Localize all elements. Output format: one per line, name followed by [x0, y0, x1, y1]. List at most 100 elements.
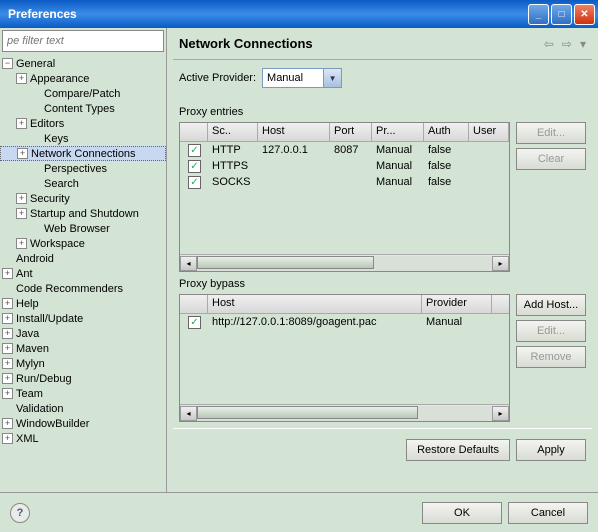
- tree-item[interactable]: +Run/Debug: [0, 371, 166, 386]
- expander-icon[interactable]: −: [2, 58, 13, 69]
- expander-icon[interactable]: +: [2, 433, 13, 444]
- tree-item[interactable]: +Workspace: [0, 236, 166, 251]
- preference-tree[interactable]: −General+Appearance Compare/Patch Content …: [0, 54, 166, 492]
- tree-item[interactable]: Code Recommenders: [0, 281, 166, 296]
- active-provider-label: Active Provider:: [179, 72, 256, 84]
- tree-item-label: Install/Update: [16, 313, 83, 325]
- expander-icon[interactable]: +: [16, 193, 27, 204]
- restore-defaults-button[interactable]: Restore Defaults: [406, 439, 510, 461]
- tree-item[interactable]: Android: [0, 251, 166, 266]
- ok-button[interactable]: OK: [422, 502, 502, 524]
- tree-item[interactable]: +WindowBuilder: [0, 416, 166, 431]
- proxy-edit-button[interactable]: Edit...: [516, 122, 586, 144]
- checkbox[interactable]: ✓: [188, 160, 201, 173]
- column-port[interactable]: Port: [330, 123, 372, 141]
- cell-scheme: SOCKS: [208, 176, 258, 188]
- proxy-clear-button[interactable]: Clear: [516, 148, 586, 170]
- tree-item[interactable]: Keys: [0, 131, 166, 146]
- back-arrow-icon[interactable]: ⇦: [544, 37, 554, 51]
- tree-item[interactable]: Perspectives: [0, 161, 166, 176]
- tree-item[interactable]: +Startup and Shutdown: [0, 206, 166, 221]
- expander-icon[interactable]: +: [17, 148, 28, 159]
- column-host[interactable]: Host: [258, 123, 330, 141]
- checkbox[interactable]: ✓: [188, 176, 201, 189]
- checkbox[interactable]: ✓: [188, 316, 201, 329]
- column-checkbox[interactable]: [180, 123, 208, 141]
- column-user[interactable]: User: [469, 123, 509, 141]
- page-title: Network Connections: [173, 36, 544, 51]
- tree-item[interactable]: +Ant: [0, 266, 166, 281]
- tree-item[interactable]: +Security: [0, 191, 166, 206]
- expander-icon[interactable]: +: [16, 238, 27, 249]
- bypass-remove-button[interactable]: Remove: [516, 346, 586, 368]
- tree-item[interactable]: +Editors: [0, 116, 166, 131]
- table-row[interactable]: ✓HTTP127.0.0.18087Manualfalse: [180, 142, 509, 158]
- tree-item[interactable]: Content Types: [0, 101, 166, 116]
- tree-item[interactable]: +Team: [0, 386, 166, 401]
- expander-icon[interactable]: +: [2, 328, 13, 339]
- tree-item-label: Compare/Patch: [44, 88, 120, 100]
- expander-icon[interactable]: +: [2, 418, 13, 429]
- cell-provider: Manual: [372, 144, 424, 156]
- column-provider[interactable]: Provider: [422, 295, 492, 313]
- column-checkbox[interactable]: [180, 295, 208, 313]
- column-scheme[interactable]: Sc..: [208, 123, 258, 141]
- tree-item-label: Ant: [16, 268, 33, 280]
- filter-input[interactable]: [2, 30, 164, 52]
- expander-icon[interactable]: +: [2, 313, 13, 324]
- cell-auth: false: [424, 160, 469, 172]
- table-row[interactable]: ✓http://127.0.0.1:8089/goagent.pacManual: [180, 314, 509, 330]
- add-host-button[interactable]: Add Host...: [516, 294, 586, 316]
- table-row[interactable]: ✓SOCKSManualfalse: [180, 174, 509, 190]
- table-row[interactable]: ✓ HTTPS Manualfalse: [180, 158, 509, 174]
- horizontal-scrollbar[interactable]: ◂▸: [180, 254, 509, 271]
- tree-item[interactable]: +Install/Update: [0, 311, 166, 326]
- tree-item-label: Security: [30, 193, 70, 205]
- proxy-bypass-table[interactable]: Host Provider ✓http://127.0.0.1:8089/goa…: [179, 294, 510, 422]
- tree-item[interactable]: +Mylyn: [0, 356, 166, 371]
- minimize-button[interactable]: _: [528, 4, 549, 25]
- tree-item[interactable]: +XML: [0, 431, 166, 446]
- checkbox[interactable]: ✓: [188, 144, 201, 157]
- tree-item-label: Content Types: [44, 103, 115, 115]
- tree-item-label: Keys: [44, 133, 68, 145]
- tree-item-label: Editors: [30, 118, 64, 130]
- tree-item[interactable]: Validation: [0, 401, 166, 416]
- column-provider[interactable]: Pr...: [372, 123, 424, 141]
- bypass-edit-button[interactable]: Edit...: [516, 320, 586, 342]
- tree-item[interactable]: +Java: [0, 326, 166, 341]
- maximize-button[interactable]: □: [551, 4, 572, 25]
- tree-item[interactable]: +Network Connections: [0, 146, 166, 161]
- column-auth[interactable]: Auth: [424, 123, 469, 141]
- active-provider-select[interactable]: Manual ▼: [262, 68, 342, 88]
- expander-icon[interactable]: +: [2, 388, 13, 399]
- expander-icon[interactable]: +: [2, 358, 13, 369]
- apply-button[interactable]: Apply: [516, 439, 586, 461]
- help-button[interactable]: ?: [10, 503, 30, 523]
- column-host[interactable]: Host: [208, 295, 422, 313]
- tree-item[interactable]: −General: [0, 56, 166, 71]
- expander-icon[interactable]: +: [16, 208, 27, 219]
- tree-item[interactable]: Web Browser: [0, 221, 166, 236]
- cancel-button[interactable]: Cancel: [508, 502, 588, 524]
- proxy-entries-table[interactable]: Sc.. Host Port Pr... Auth User ✓HTTP127.…: [179, 122, 510, 272]
- tree-item[interactable]: +Help: [0, 296, 166, 311]
- expander-icon[interactable]: +: [2, 373, 13, 384]
- cell-provider: Manual: [372, 160, 424, 172]
- forward-arrow-icon[interactable]: ⇨: [562, 37, 572, 51]
- tree-item[interactable]: Search: [0, 176, 166, 191]
- expander-icon[interactable]: +: [2, 268, 13, 279]
- expander-icon[interactable]: +: [16, 73, 27, 84]
- tree-item-label: Code Recommenders: [16, 283, 123, 295]
- proxy-bypass-label: Proxy bypass: [179, 278, 592, 290]
- expander-icon[interactable]: +: [2, 298, 13, 309]
- tree-item[interactable]: +Maven: [0, 341, 166, 356]
- tree-item[interactable]: Compare/Patch: [0, 86, 166, 101]
- tree-item[interactable]: +Appearance: [0, 71, 166, 86]
- expander-icon[interactable]: +: [2, 343, 13, 354]
- expander-icon[interactable]: +: [16, 118, 27, 129]
- menu-chevron-icon[interactable]: ▾: [580, 37, 586, 51]
- close-button[interactable]: ✕: [574, 4, 595, 25]
- cell-scheme: HTTPS: [208, 160, 258, 172]
- horizontal-scrollbar[interactable]: ◂▸: [180, 404, 509, 421]
